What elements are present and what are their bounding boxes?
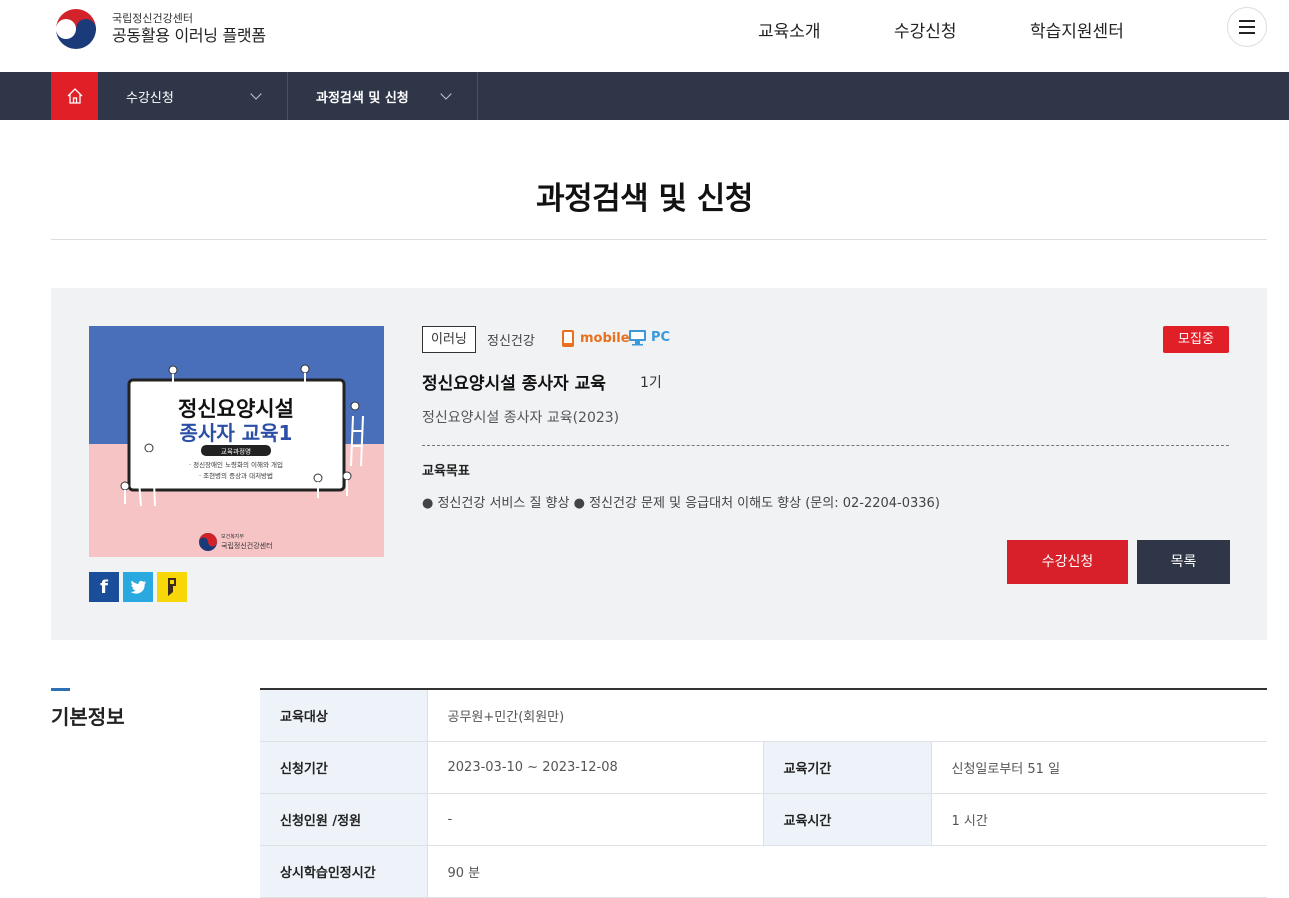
breadcrumb-dropdown-level2[interactable]: 과정검색 및 신청 [288, 72, 478, 120]
course-generation: 1기 [640, 375, 662, 391]
site-header: 국립정신건강센터 공동활용 이러닝 플랫폼 교육소개 수강신청 학습지원센터 [0, 0, 1289, 72]
pc-support-badge: PC [628, 329, 670, 346]
kakaostory-icon [168, 578, 176, 596]
course-detail-card: 정신요양시설 종사자 교육1 교육과정명 · 정신장애인 노령화의 이해와 개입… [51, 288, 1267, 640]
thumb-title-2: 종사자 교육1 [180, 421, 293, 445]
table-row: 상시학습인정시간 90 분 [260, 845, 1267, 898]
course-thumbnail-illustration: 정신요양시설 종사자 교육1 교육과정명 · 정신장애인 노령화의 이해와 개입… [89, 326, 384, 557]
applicants-label: 신청인원 /정원 [260, 793, 427, 846]
home-button[interactable] [51, 72, 98, 120]
edu-time-value: 1 시간 [930, 793, 1267, 846]
org-name-main: 공동활용 이러닝 플랫폼 [112, 26, 266, 45]
nav-enrollment[interactable]: 수강신청 [894, 17, 957, 42]
credit-value: 90 분 [426, 845, 1267, 898]
taegeuk-logo-icon [54, 7, 98, 51]
chevron-down-icon [250, 88, 262, 100]
site-logo[interactable]: 국립정신건강센터 공동활용 이러닝 플랫폼 [52, 5, 266, 53]
chevron-down-icon [440, 88, 452, 100]
edu-period-label: 교육기간 [762, 741, 931, 794]
table-row: 교육대상 공무원+민간(회원만) [260, 689, 1267, 742]
apply-button[interactable]: 수강신청 [1007, 540, 1128, 584]
target-value: 공무원+민간(회원만) [426, 689, 1267, 742]
list-button[interactable]: 목록 [1137, 540, 1230, 584]
edu-time-label: 교육시간 [762, 793, 931, 846]
thumb-logo-main: 국립정신건강센터 [221, 541, 273, 550]
course-type-tag: 이러닝 [422, 326, 476, 353]
goal-heading: 교육목표 [422, 464, 470, 479]
pc-monitor-icon [629, 330, 646, 346]
course-title: 정신요양시설 종사자 교육 [422, 374, 606, 394]
org-name-sub: 국립정신건강센터 [112, 12, 193, 25]
dashed-divider [422, 445, 1229, 446]
breadcrumb-level2-label: 과정검색 및 신청 [316, 90, 409, 106]
pc-label: PC [651, 330, 671, 345]
basic-info-table: 교육대상 공무원+민간(회원만) 신청기간 2023-03-10 ~ 2023-… [260, 688, 1267, 898]
home-icon [67, 88, 82, 104]
goal-text: ● 정신건강 서비스 질 향상 ● 정신건강 문제 및 응급대처 이해도 향상 … [422, 496, 940, 511]
title-divider [51, 239, 1267, 240]
thumb-line-2: · 조현병의 증상과 대처방법 [199, 471, 273, 480]
thumb-logo-sub: 보건복지부 [221, 533, 244, 540]
course-thumbnail: 정신요양시설 종사자 교육1 교육과정명 · 정신장애인 노령화의 이해와 개입… [89, 326, 384, 557]
nav-edu-intro[interactable]: 교육소개 [758, 17, 821, 42]
thumb-badge: 교육과정명 [221, 447, 251, 456]
twitter-share-button[interactable] [123, 572, 153, 602]
basic-info-heading: 기본정보 [51, 705, 125, 729]
breadcrumb-dropdown-level1[interactable]: 수강신청 [98, 72, 288, 120]
mobile-support-badge: mobile [561, 329, 630, 348]
menu-hamburger-button[interactable] [1227, 7, 1267, 47]
table-row: 신청인원 /정원 - 교육시간 1 시간 [260, 793, 1267, 846]
section-accent-bar [51, 688, 70, 691]
course-subtitle: 정신요양시설 종사자 교육(2023) [422, 410, 620, 426]
table-row: 신청기간 2023-03-10 ~ 2023-12-08 교육기간 신청일로부터… [260, 741, 1267, 794]
apply-period-value: 2023-03-10 ~ 2023-12-08 [426, 741, 763, 794]
course-category: 정신건강 [487, 334, 535, 349]
breadcrumb-nav: 수강신청 과정검색 및 신청 [0, 72, 1289, 120]
kakaostory-share-button[interactable] [157, 572, 187, 602]
status-badge: 모집중 [1163, 326, 1229, 353]
target-label: 교육대상 [260, 689, 427, 742]
applicants-value: - [426, 793, 763, 846]
breadcrumb-level1-label: 수강신청 [126, 90, 174, 106]
mobile-label: mobile [580, 331, 630, 346]
edu-period-value: 신청일로부터 51 일 [930, 741, 1267, 794]
thumb-line-1: · 정신장애인 노령화의 이해와 개입 [189, 460, 283, 469]
facebook-share-button[interactable]: f [89, 572, 119, 602]
facebook-icon: f [100, 576, 108, 598]
page-title: 과정검색 및 신청 [536, 181, 753, 217]
nav-support-center[interactable]: 학습지원센터 [1030, 17, 1124, 42]
mobile-icon [562, 330, 574, 347]
twitter-icon [130, 580, 146, 594]
share-buttons: f [89, 572, 187, 602]
credit-label: 상시학습인정시간 [260, 845, 427, 898]
thumb-title-1: 정신요양시설 [178, 397, 294, 421]
apply-period-label: 신청기간 [260, 741, 427, 794]
